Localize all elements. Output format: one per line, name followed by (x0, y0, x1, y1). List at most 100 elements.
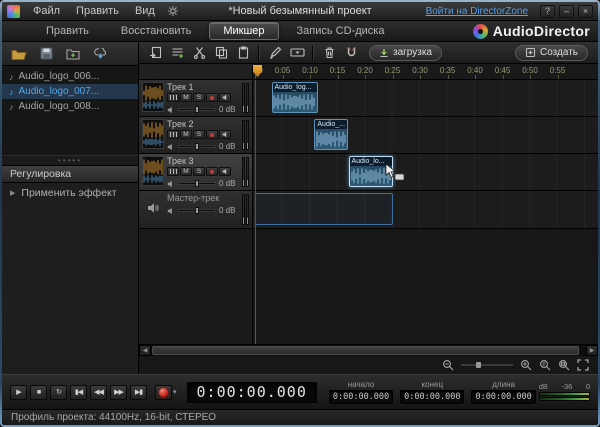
close-button[interactable]: × (578, 4, 593, 18)
marker-dropdown-icon[interactable] (287, 44, 307, 61)
transport-bar: ▶ ■ ↻ ▮◀ ◀◀ ▶▶ ▶▮ ▾ 0:00:00.000 начало 0… (2, 374, 598, 409)
track-record-arm-button[interactable] (206, 130, 218, 139)
magnet-icon[interactable] (341, 44, 361, 61)
empty-lane[interactable] (253, 229, 598, 344)
menu-file[interactable]: Файл (26, 4, 67, 18)
scrollbar-track[interactable] (151, 345, 586, 356)
adjust-section-header[interactable]: Регулировка (2, 165, 138, 183)
go-to-end-button[interactable]: ▶▮ (130, 384, 147, 400)
track-header[interactable]: Трек 3 M S 0 dB (139, 154, 253, 190)
horizontal-scrollbar[interactable]: ◀ ▶ (139, 344, 598, 356)
zoom-slider-knob[interactable] (475, 362, 481, 368)
record-button[interactable] (155, 384, 172, 400)
help-button[interactable]: ? (540, 4, 555, 18)
scroll-left-icon[interactable]: ◀ (139, 345, 151, 356)
list-item[interactable]: ♪ Audio_logo_008... (2, 99, 138, 114)
track-header[interactable]: Трек 2 M S 0 dB (139, 117, 253, 153)
audio-clip[interactable]: Audio_... (314, 119, 349, 150)
mix-selection-region[interactable] (255, 193, 393, 225)
meter-max-label: 0 (585, 382, 590, 391)
save-project-icon[interactable] (35, 45, 57, 63)
trash-icon[interactable] (319, 44, 339, 61)
track-record-arm-button[interactable] (206, 93, 218, 102)
track-solo-button[interactable]: S (193, 93, 205, 102)
playhead-line[interactable] (255, 80, 256, 344)
track-row: Трек 1 M S 0 dB Audio_log... (139, 80, 598, 117)
track-monitor-button[interactable] (219, 130, 231, 139)
track-mute-button[interactable]: M (180, 130, 192, 139)
ruler-scale[interactable]: 0:000:050:100:150:200:250:300:350:400:45… (253, 64, 598, 79)
fullscreen-fit-icon[interactable] (577, 359, 589, 371)
track-volume-slider[interactable] (178, 143, 216, 150)
track-solo-button[interactable]: S (193, 167, 205, 176)
minimize-button[interactable]: – (559, 4, 574, 18)
import-file-icon[interactable] (145, 44, 165, 61)
play-button[interactable]: ▶ (10, 384, 27, 400)
import-media-icon[interactable] (62, 45, 84, 63)
menu-edit[interactable]: Править (69, 4, 126, 18)
ruler-tick-label: 0:35 (439, 66, 456, 75)
expand-arrow-icon: ▶ (10, 189, 16, 197)
directorzone-link[interactable]: Войти на DirectorZone (426, 6, 528, 17)
apply-effect-item[interactable]: ▶ Применить эффект (2, 183, 138, 202)
track-monitor-button[interactable] (219, 93, 231, 102)
track-header[interactable]: Трек 1 M S 0 dB (139, 80, 253, 116)
audio-clip[interactable]: Audio_lo... (348, 156, 393, 187)
tab-cd-burn[interactable]: Запись CD-диска (283, 22, 399, 40)
track-lane[interactable]: Audio_lo... (253, 154, 598, 190)
panel-resize-handle[interactable]: ••••• (2, 156, 138, 165)
track-name: Трек 2 (167, 119, 194, 129)
track-volume-slider[interactable] (178, 180, 216, 187)
fast-forward-button[interactable]: ▶▶ (110, 384, 127, 400)
list-item-selected[interactable]: ♪ Audio_logo_007... (2, 84, 138, 99)
tab-mixer[interactable]: Микшер (209, 22, 279, 40)
range-end-value[interactable]: 0:00:00.000 (400, 390, 465, 404)
menu-view[interactable]: Вид (128, 4, 162, 18)
track-mute-button[interactable]: M (180, 93, 192, 102)
range-start-value[interactable]: 0:00:00.000 (328, 390, 394, 404)
track-volume-slider[interactable] (178, 106, 216, 113)
scroll-right-icon[interactable]: ▶ (586, 345, 598, 356)
track-monitor-button[interactable] (219, 167, 231, 176)
rewind-button[interactable]: ◀◀ (90, 384, 107, 400)
zoom-out-icon[interactable] (442, 359, 454, 371)
master-volume-slider[interactable] (178, 207, 216, 214)
range-length-value[interactable]: 0:00:00.000 (471, 390, 536, 404)
paste-icon[interactable] (233, 44, 253, 61)
record-dropdown-icon[interactable]: ▾ (173, 388, 177, 396)
copy-icon[interactable] (211, 44, 231, 61)
tab-restore[interactable]: Восстановить (107, 22, 205, 40)
zoom-selection-icon[interactable] (539, 359, 551, 371)
tab-edit[interactable]: Править (32, 22, 103, 40)
download-media-icon[interactable] (89, 45, 111, 63)
list-item[interactable]: ♪ Audio_logo_006... (2, 69, 138, 84)
zoom-in-icon[interactable] (520, 359, 532, 371)
meter-min-label: -36 (561, 382, 573, 391)
track-lane[interactable]: Audio_... (253, 117, 598, 153)
track-record-arm-button[interactable] (206, 167, 218, 176)
add-track-icon[interactable] (167, 44, 187, 61)
scrollbar-thumb[interactable] (152, 346, 579, 355)
track-lane[interactable]: Audio_log... (253, 80, 598, 116)
track-fader-icon[interactable] (167, 93, 179, 102)
master-track-header[interactable]: Мастер-трек 0 dB (139, 191, 253, 228)
create-button[interactable]: Создать (514, 44, 588, 61)
settings-gear-icon[interactable] (164, 5, 182, 17)
master-track-row: Мастер-трек 0 dB (139, 191, 598, 229)
pencil-icon[interactable] (265, 44, 285, 61)
loudness-load-button[interactable]: загрузка (369, 44, 442, 61)
track-mute-button[interactable]: M (180, 167, 192, 176)
open-folder-icon[interactable] (8, 45, 30, 63)
track-fader-icon[interactable] (167, 130, 179, 139)
stop-button[interactable]: ■ (30, 384, 47, 400)
zoom-fit-icon[interactable] (558, 359, 570, 371)
audio-clip[interactable]: Audio_log... (271, 82, 319, 113)
track-fader-icon[interactable] (167, 167, 179, 176)
track-solo-button[interactable]: S (193, 130, 205, 139)
master-track-lane[interactable] (253, 191, 598, 228)
cut-icon[interactable] (189, 44, 209, 61)
loop-button[interactable]: ↻ (50, 384, 67, 400)
zoom-slider[interactable] (461, 362, 513, 368)
volume-speaker-icon (167, 180, 172, 187)
go-to-start-button[interactable]: ▮◀ (70, 384, 87, 400)
